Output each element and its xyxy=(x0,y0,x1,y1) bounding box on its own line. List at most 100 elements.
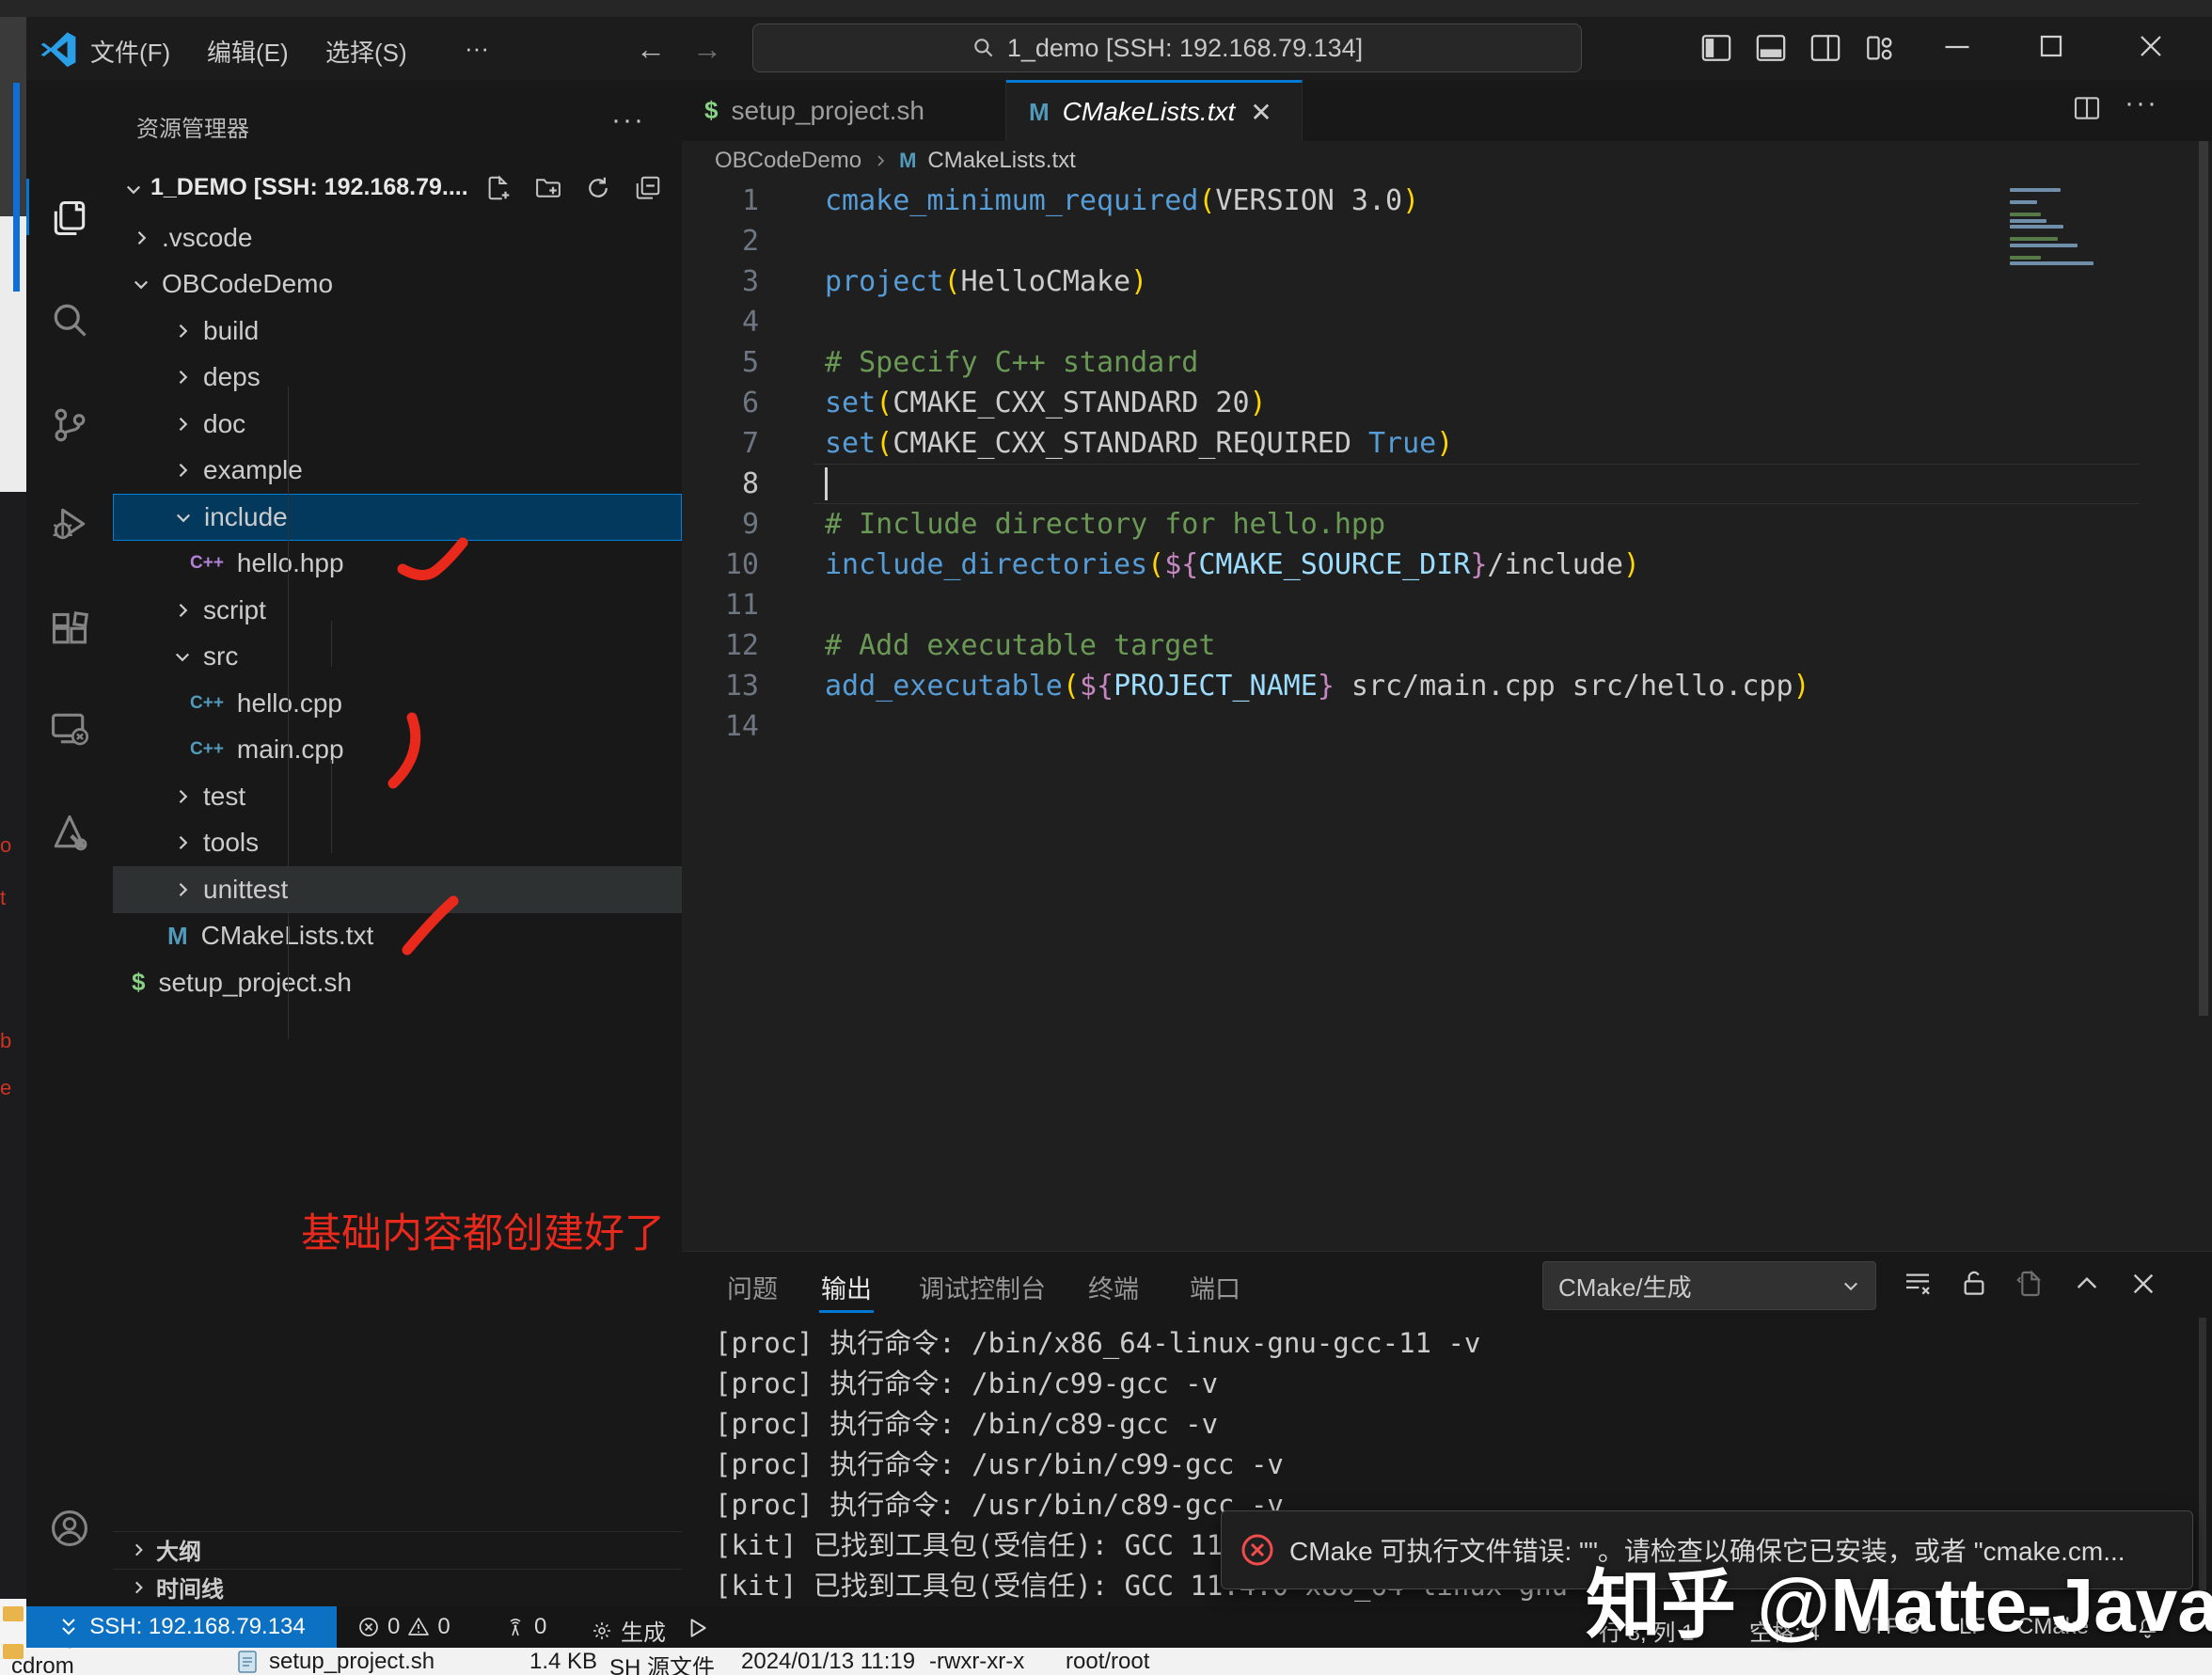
search-icon[interactable] xyxy=(49,299,90,340)
menu-selection[interactable]: 选择(S) xyxy=(325,34,407,69)
editor-more-actions-icon[interactable]: ··· xyxy=(2125,87,2158,119)
code-line-12[interactable]: 12# Add executable target xyxy=(682,625,2212,666)
tab-cmakelists-txt[interactable]: M CMakeLists.txt ✕ xyxy=(1006,80,1303,141)
toggle-secondary-sidebar-icon[interactable] xyxy=(1809,32,1841,64)
clear-output-icon[interactable] xyxy=(1903,1269,1933,1299)
outline-section[interactable]: 大纲 xyxy=(113,1531,682,1567)
breadcrumb-folder[interactable]: OBCodeDemo xyxy=(715,148,861,174)
chevron-right-icon xyxy=(173,880,192,899)
new-file-icon[interactable] xyxy=(484,174,513,202)
chevron-down-icon xyxy=(124,180,143,198)
problems-status[interactable]: 0 0 xyxy=(357,1614,450,1640)
code-line-5[interactable]: 5# Specify C++ standard xyxy=(682,342,2212,383)
code-line-8[interactable]: 8 xyxy=(682,464,2212,504)
account-icon[interactable] xyxy=(49,1508,90,1549)
minimize-icon[interactable] xyxy=(1943,38,1971,56)
tree-item-doc[interactable]: doc xyxy=(113,401,682,448)
code-line-7[interactable]: 7set(CMAKE_CXX_STANDARD_REQUIRED True) xyxy=(682,423,2212,464)
tree-item-main-cpp[interactable]: C++main.cpp xyxy=(113,727,682,774)
code-line-2[interactable]: 2 xyxy=(682,221,2212,261)
breadcrumb[interactable]: OBCodeDemo M CMakeLists.txt xyxy=(715,141,1076,181)
breadcrumb-file[interactable]: CMakeLists.txt xyxy=(927,148,1075,174)
tree-item-example[interactable]: example xyxy=(113,448,682,495)
tree-item--vscode[interactable]: .vscode xyxy=(113,214,682,261)
tree-item-cmakelists-txt[interactable]: MCMakeLists.txt xyxy=(113,913,682,960)
output-line-1: [proc] 执行命令: /bin/x86_64-linux-gnu-gcc-1… xyxy=(715,1323,2212,1364)
tree-item-hello-cpp[interactable]: C++hello.cpp xyxy=(113,680,682,727)
background-blue-bar xyxy=(13,83,20,292)
split-editor-icon[interactable] xyxy=(2072,93,2102,123)
explorer-more-actions-icon[interactable]: ··· xyxy=(611,104,645,136)
toggle-sidebar-icon[interactable] xyxy=(1700,32,1732,64)
customize-layout-icon[interactable] xyxy=(1864,32,1896,64)
source-control-icon[interactable] xyxy=(49,404,90,446)
open-in-editor-icon[interactable] xyxy=(2015,1269,2046,1299)
chevron-right-icon xyxy=(130,1579,147,1596)
nav-back-icon[interactable]: ← xyxy=(636,32,666,67)
output-channel-select[interactable]: CMake/生成 xyxy=(1542,1261,1876,1310)
tree-item-hello-hpp[interactable]: C++hello.hpp xyxy=(113,541,682,588)
panel-tab-debug-console[interactable]: 调试控制台 xyxy=(919,1269,1046,1305)
tree-item-src[interactable]: src xyxy=(113,634,682,681)
tree-item-deps[interactable]: deps xyxy=(113,355,682,402)
collapse-panel-icon[interactable] xyxy=(2072,1269,2102,1299)
menu-file[interactable]: 文件(F) xyxy=(90,34,170,69)
ports-status[interactable]: 0 xyxy=(504,1614,546,1640)
tree-item-unittest[interactable]: unittest xyxy=(113,866,682,913)
refresh-icon[interactable] xyxy=(584,174,612,202)
code-line-14[interactable]: 14 xyxy=(682,706,2212,747)
timeline-section[interactable]: 时间线 xyxy=(113,1569,682,1604)
cmake-build-button[interactable]: 生成 xyxy=(591,1614,666,1647)
close-window-icon[interactable] xyxy=(2137,32,2165,60)
panel-tab-output[interactable]: 输出 xyxy=(821,1269,872,1305)
minimap[interactable] xyxy=(2010,188,2104,376)
code-line-10[interactable]: 10include_directories(${CMAKE_SOURCE_DIR… xyxy=(682,545,2212,585)
chevron-right-icon xyxy=(173,787,192,806)
files-icon[interactable] xyxy=(49,198,90,239)
panel-tab-problems[interactable]: 问题 xyxy=(727,1269,778,1305)
code-line-1[interactable]: 1cmake_minimum_required(VERSION 3.0) xyxy=(682,181,2212,221)
unlock-icon[interactable] xyxy=(1959,1269,1989,1299)
minimap-line xyxy=(2010,261,2094,265)
command-center[interactable]: 1_demo [SSH: 192.168.79.134] xyxy=(752,24,1582,72)
menu-more[interactable]: ··· xyxy=(465,34,489,63)
tree-item-obcodedemo[interactable]: OBCodeDemo xyxy=(113,261,682,308)
debug-run-icon[interactable] xyxy=(685,1616,709,1640)
close-panel-icon[interactable] xyxy=(2128,1269,2158,1299)
remote-indicator[interactable]: SSH: 192.168.79.134 xyxy=(26,1606,337,1648)
tree-item-build[interactable]: build xyxy=(113,308,682,355)
tab-setup-project-sh[interactable]: $ setup_project.sh xyxy=(682,80,1006,141)
menu-edit[interactable]: 编辑(E) xyxy=(207,34,289,69)
tree-item-script[interactable]: script xyxy=(113,587,682,634)
extensions-icon[interactable] xyxy=(49,609,90,651)
maximize-icon[interactable] xyxy=(2037,32,2065,60)
close-tab-icon[interactable]: ✕ xyxy=(1250,97,1272,128)
code-line-4[interactable]: 4 xyxy=(682,302,2212,342)
gear-icon xyxy=(591,1620,613,1642)
code-line-6[interactable]: 6set(CMAKE_CXX_STANDARD 20) xyxy=(682,383,2212,423)
panel-tab-terminal[interactable]: 终端 xyxy=(1088,1269,1139,1305)
toggle-panel-icon[interactable] xyxy=(1755,32,1787,64)
nav-forward-icon[interactable]: → xyxy=(692,32,722,67)
cmake-icon[interactable] xyxy=(49,812,90,853)
code-editor[interactable]: 1cmake_minimum_required(VERSION 3.0)2 3p… xyxy=(682,181,2212,747)
tree-item-setup-project-sh[interactable]: $setup_project.sh xyxy=(113,959,682,1006)
project-root-row[interactable]: 1_DEMO [SSH: 192.168.79.... xyxy=(113,166,682,208)
sidebar-title: 资源管理器 xyxy=(136,110,249,143)
code-line-9[interactable]: 9# Include directory for hello.hpp xyxy=(682,504,2212,545)
tree-item-test[interactable]: test xyxy=(113,773,682,820)
panel-tab-ports[interactable]: 端口 xyxy=(1190,1269,1240,1305)
code-line-13[interactable]: 13add_executable(${PROJECT_NAME} src/mai… xyxy=(682,666,2212,706)
new-folder-icon[interactable] xyxy=(534,174,562,202)
code-line-3[interactable]: 3project(HelloCMake) xyxy=(682,261,2212,302)
tree-item-include[interactable]: include xyxy=(113,494,682,541)
collapse-all-icon[interactable] xyxy=(634,174,662,202)
line-number: 12 xyxy=(682,625,759,666)
tree-item-tools[interactable]: tools xyxy=(113,820,682,867)
code-line-11[interactable]: 11 xyxy=(682,585,2212,625)
run-debug-icon[interactable] xyxy=(49,503,90,545)
editor-scrollbar[interactable] xyxy=(2199,141,2208,1016)
remote-explorer-icon[interactable] xyxy=(49,708,90,750)
line-number: 5 xyxy=(682,342,759,383)
tree-item-label: doc xyxy=(203,409,245,439)
